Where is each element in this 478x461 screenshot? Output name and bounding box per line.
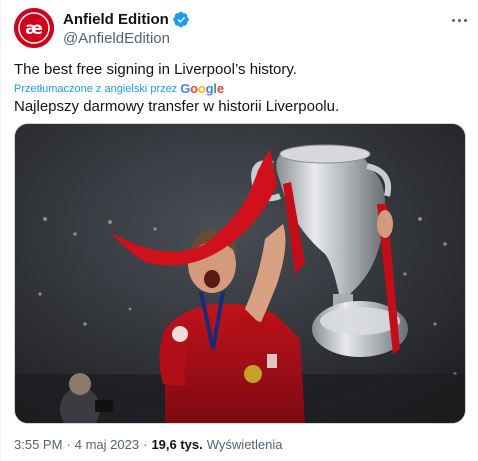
avatar[interactable]: æ <box>14 8 54 48</box>
tweet-card[interactable]: æ Anfield Edition @AnfieldEdition The be… <box>0 0 478 461</box>
views-count: 19,6 tys. <box>151 437 203 452</box>
tweet-date[interactable]: 4 maj 2023 <box>75 437 139 452</box>
author-handle[interactable]: @AnfieldEdition <box>63 30 170 47</box>
tweet-text-translated: Najlepszy darmowy transfer w historii Li… <box>14 98 340 115</box>
avatar-logo: æ <box>14 8 54 48</box>
meta-separator: · <box>143 437 148 452</box>
more-options-icon[interactable] <box>447 12 471 28</box>
views-label: Wyświetlenia <box>206 437 283 452</box>
tweet-time[interactable]: 3:55 PM <box>14 437 62 452</box>
photo-trophy-celebration <box>15 124 465 423</box>
verified-badge-icon[interactable] <box>172 11 190 28</box>
meta-separator: · <box>66 437 71 452</box>
translation-attribution[interactable]: Przetłumaczone z angielski przez Google <box>14 81 224 96</box>
translated-label: Przetłumaczone z angielski przez <box>14 82 178 95</box>
tweet-photo[interactable] <box>14 123 466 424</box>
author-name-row: Anfield Edition <box>63 11 190 28</box>
tweet-meta: 3:55 PM · 4 maj 2023 · 19,6 tys. Wyświet… <box>14 437 283 452</box>
tweet-text-original: The best free signing in Liverpool’s his… <box>14 61 297 78</box>
svg-text:æ: æ <box>25 19 43 39</box>
display-name[interactable]: Anfield Edition <box>63 11 169 28</box>
google-logo: Google <box>180 81 224 96</box>
